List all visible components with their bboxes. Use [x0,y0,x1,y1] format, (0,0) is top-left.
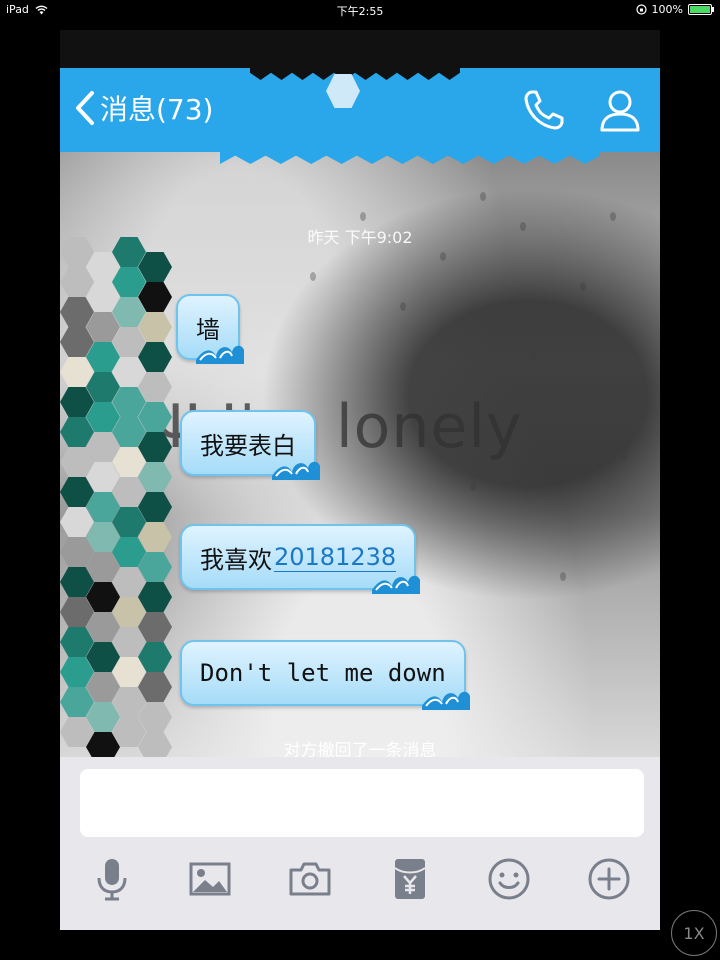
message-input[interactable] [80,769,644,837]
chat-screen: 消息(73) Ψ I'm lonely 昨天 下午9:02 墙 我要表白 我喜欢… [60,30,660,930]
red-packet-icon [394,859,426,899]
chevron-left-icon [76,91,94,125]
battery-percent: 100% [651,3,683,16]
emoji-button[interactable] [484,854,534,904]
message-bubble[interactable]: 我要表白 [180,410,320,480]
avatar[interactable] [60,237,172,757]
profile-icon[interactable] [596,86,644,134]
wave-decoration-icon [272,461,320,480]
red-packet-button[interactable] [385,854,435,904]
message-bubble[interactable]: 我喜欢 20181238 [180,524,421,594]
message-bubble[interactable]: Don't let me down [180,640,470,710]
message-text: Don't let me down [200,659,446,687]
wave-decoration-icon [372,575,421,594]
message-text: 我喜欢 [200,545,272,574]
plus-icon [588,858,630,900]
camera-icon [289,862,331,896]
input-toolbar [60,854,660,914]
emoji-icon [488,858,530,900]
image-button[interactable] [185,854,235,904]
more-button[interactable] [584,854,634,904]
back-label: 消息(73) [100,93,214,126]
voice-button[interactable] [87,854,137,904]
status-bar: iPad 下午2:55 100% [0,0,720,20]
zoom-1x-button[interactable]: 1X [671,910,717,956]
back-button[interactable]: 消息(73) [74,88,213,128]
wave-decoration-icon [421,691,470,710]
input-area [60,757,660,930]
phone-icon[interactable] [520,86,568,134]
image-icon [189,862,231,896]
chat-area[interactable]: Ψ I'm lonely 昨天 下午9:02 墙 我要表白 我喜欢 2018123… [60,152,660,757]
status-time: 下午2:55 [336,5,384,18]
recall-notice: 对方撤回了一条消息 [283,741,437,757]
mic-icon [97,859,127,901]
message-bubble[interactable]: 墙 [176,294,244,364]
orientation-lock-icon [635,4,647,15]
wave-decoration-icon [196,345,244,364]
battery-icon [688,4,714,15]
camera-button[interactable] [285,854,335,904]
